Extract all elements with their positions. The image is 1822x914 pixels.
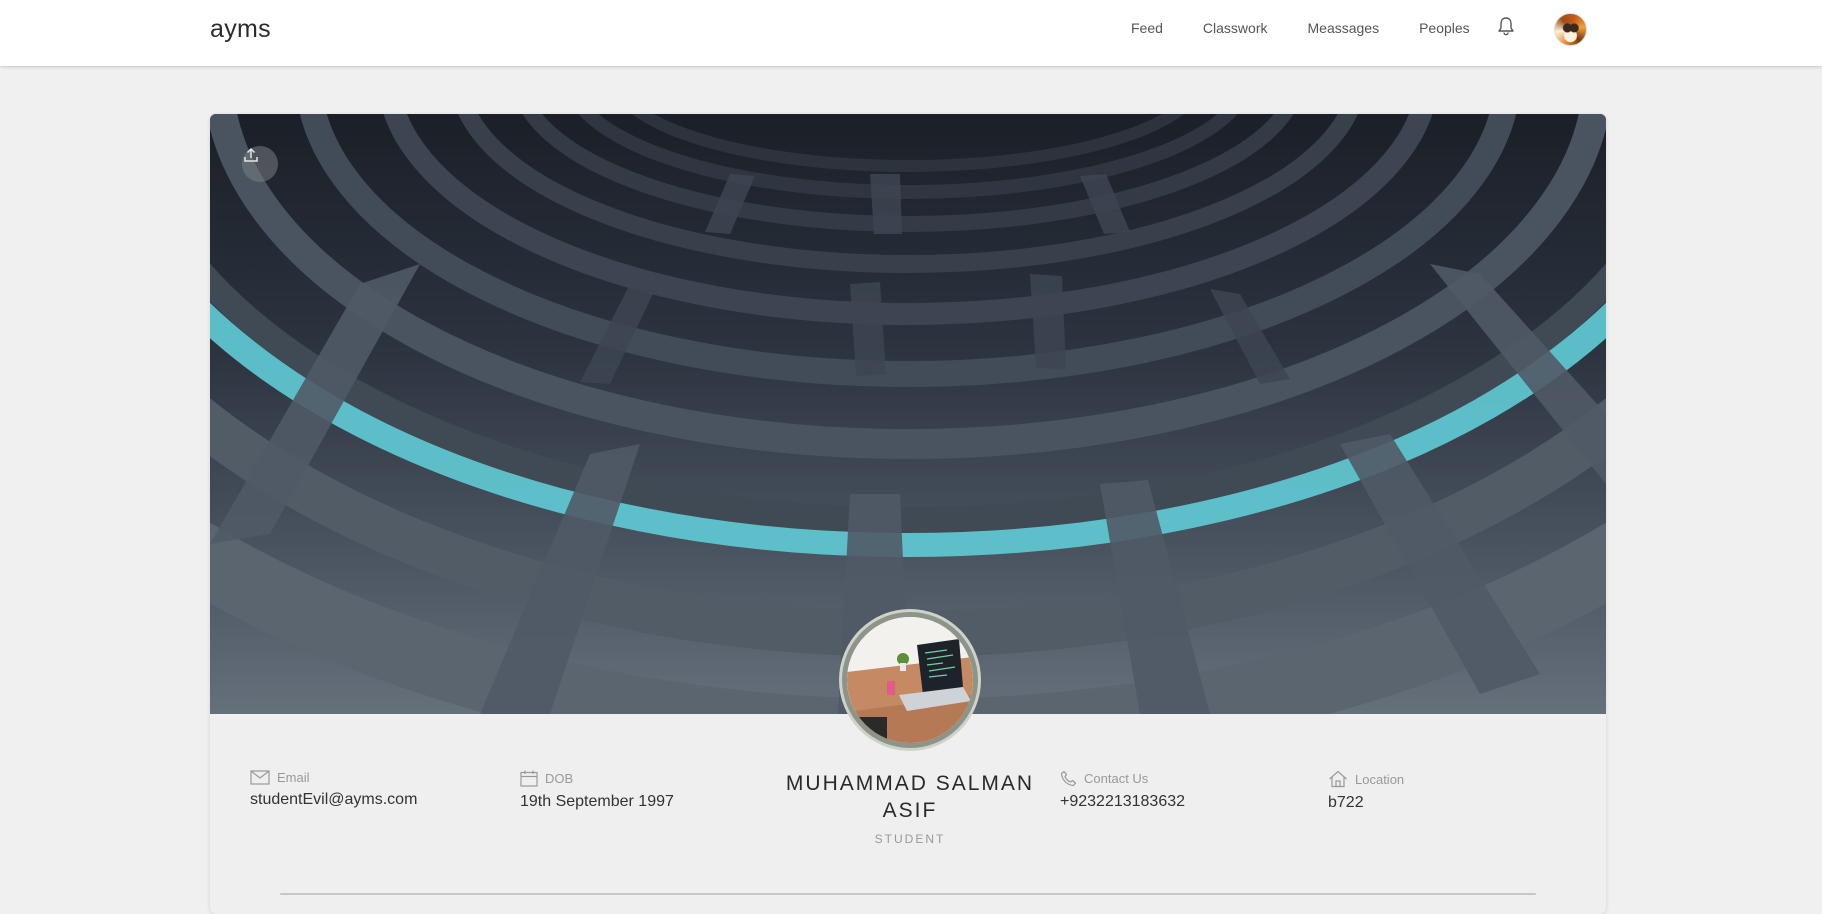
nav-links: Feed Classwork Meassages Peoples [1131,20,1510,36]
location-value: b722 [1328,794,1364,811]
contact-info: Contact Us +9232213183632 [1060,770,1185,811]
user-avatar[interactable] [1554,13,1587,46]
email-value: studentEvil@ayms.com [250,791,418,808]
profile-role: STUDENT [874,832,946,846]
dob-label: DOB [545,771,574,786]
mail-icon [250,770,270,785]
brand-logo[interactable]: ayms [210,15,271,44]
email-info: Email studentEvil@ayms.com [250,770,417,809]
location-info: Location b722 [1328,770,1404,812]
section-divider [280,893,1536,895]
email-label: Email [277,770,310,785]
nav-link-peoples[interactable]: Peoples [1419,20,1470,36]
top-navbar: ayms Feed Classwork Meassages Peoples [0,0,1822,66]
nav-link-messages[interactable]: Meassages [1308,20,1380,36]
dob-value: 19th September 1997 [520,793,674,810]
profile-name-block: MUHAMMAD SALMAN ASIF STUDENT [770,770,1050,846]
upload-icon [244,147,258,162]
phone-icon [1060,770,1077,787]
bell-icon[interactable] [1497,16,1515,36]
calendar-icon [520,770,538,787]
nav-link-classwork[interactable]: Classwork [1203,20,1268,36]
location-label: Location [1355,771,1405,787]
dob-info: DOB 19th September 1997 [520,770,674,811]
upload-cover-button[interactable] [242,146,278,182]
profile-photo[interactable] [842,612,978,748]
nav-link-feed[interactable]: Feed [1131,20,1163,36]
profile-name: MUHAMMAD SALMAN ASIF [785,772,1035,822]
contact-value: +9232213183632 [1060,793,1186,810]
profile-info-row: Email studentEvil@ayms.com DOB 19th Sept… [210,754,1606,854]
home-icon [1329,770,1347,788]
profile-card: Email studentEvil@ayms.com DOB 19th Sept… [210,114,1606,914]
contact-label: Contact Us [1084,771,1149,786]
